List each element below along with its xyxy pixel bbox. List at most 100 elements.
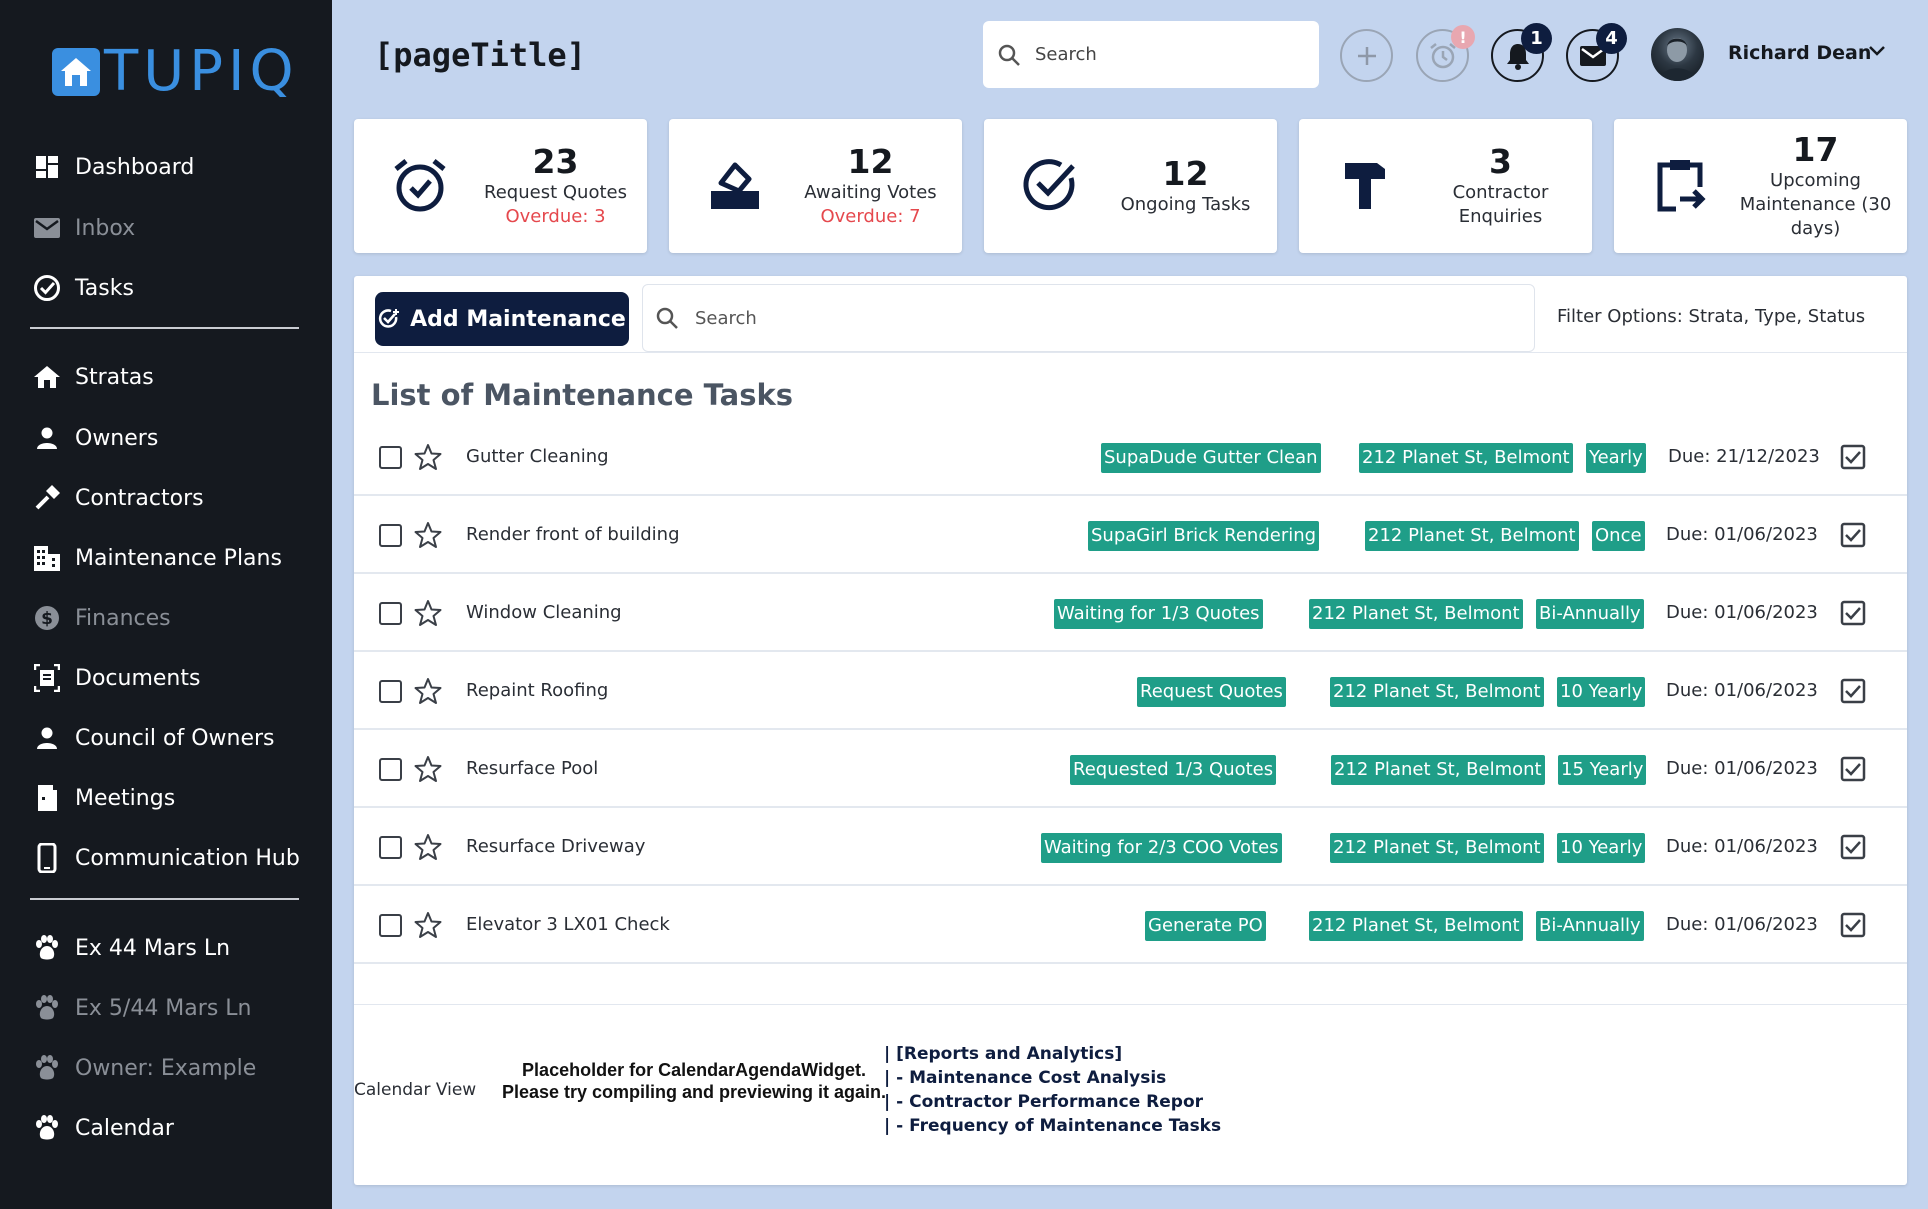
- header-search-input[interactable]: [1035, 44, 1295, 65]
- task-row[interactable]: Resurface Driveway Waiting for 2/3 COO V…: [354, 809, 1907, 886]
- stat-card-upcoming-maintenance[interactable]: 17 Upcoming Maintenance (30 days): [1614, 119, 1907, 253]
- star-icon[interactable]: [414, 833, 442, 861]
- frequency-tag[interactable]: Yearly: [1586, 443, 1646, 473]
- row-checkbox[interactable]: [379, 680, 402, 703]
- star-icon[interactable]: [414, 677, 442, 705]
- star-icon[interactable]: [414, 443, 442, 471]
- stat-card-awaiting-votes[interactable]: 12 Awaiting Votes Overdue: 7: [669, 119, 962, 253]
- sidebar-item-ex-5-44-mars-ln[interactable]: Ex 5/44 Mars Ln: [32, 988, 251, 1028]
- sidebar-item-calendar[interactable]: Calendar: [32, 1108, 174, 1148]
- report-link[interactable]: | - Frequency of Maintenance Tasks: [884, 1114, 1221, 1138]
- task-row[interactable]: Gutter Cleaning SupaDude Gutter Clean 21…: [354, 419, 1907, 496]
- stat-card-contractor-enquiries[interactable]: 3 Contractor Enquiries: [1299, 119, 1592, 253]
- due-date: Due: 01/06/2023: [1666, 758, 1818, 779]
- report-link[interactable]: | - Contractor Performance Repor: [884, 1090, 1221, 1114]
- list-search-input[interactable]: [695, 307, 1495, 329]
- address-tag[interactable]: 212 Planet St, Belmont: [1331, 755, 1545, 785]
- address-tag[interactable]: 212 Planet St, Belmont: [1330, 677, 1544, 707]
- row-checkbox[interactable]: [379, 602, 402, 625]
- sidebar-item-tasks[interactable]: Tasks: [32, 268, 134, 308]
- due-date: Due: 01/06/2023: [1666, 680, 1818, 701]
- row-checkbox[interactable]: [379, 446, 402, 469]
- status-tag[interactable]: Generate PO: [1145, 911, 1266, 941]
- address-tag[interactable]: 212 Planet St, Belmont: [1309, 911, 1523, 941]
- address-tag[interactable]: 212 Planet St, Belmont: [1309, 599, 1523, 629]
- filter-options[interactable]: Filter Options: Strata, Type, Status: [1557, 306, 1865, 327]
- task-name: Render front of building: [466, 524, 680, 545]
- row-checkbox[interactable]: [379, 758, 402, 781]
- star-icon[interactable]: [414, 599, 442, 627]
- list-search[interactable]: [642, 284, 1535, 352]
- sidebar-item-label: Communication Hub: [75, 845, 300, 871]
- sidebar-item-ex-44-mars-ln[interactable]: Ex 44 Mars Ln: [32, 928, 230, 968]
- reports-list: | [Reports and Analytics] | - Maintenanc…: [884, 1042, 1221, 1138]
- star-icon[interactable]: [414, 911, 442, 939]
- user-name[interactable]: Richard Dean: [1728, 42, 1871, 64]
- status-tag[interactable]: Waiting for 1/3 Quotes: [1054, 599, 1263, 629]
- stat-number: 23: [532, 142, 579, 181]
- star-icon[interactable]: [414, 521, 442, 549]
- add-button[interactable]: [1340, 29, 1393, 82]
- status-tag[interactable]: SupaDude Gutter Clean: [1101, 443, 1321, 473]
- star-icon[interactable]: [414, 755, 442, 783]
- avatar[interactable]: [1651, 28, 1704, 81]
- messages-button[interactable]: 4: [1566, 23, 1627, 82]
- complete-checkbox-icon[interactable]: [1840, 834, 1866, 860]
- frequency-tag[interactable]: Once: [1592, 521, 1645, 551]
- frequency-tag[interactable]: Bi-Annually: [1536, 599, 1644, 629]
- sidebar-item-council-of-owners[interactable]: Council of Owners: [32, 718, 275, 758]
- address-tag[interactable]: 212 Planet St, Belmont: [1330, 833, 1544, 863]
- stat-card-request-quotes[interactable]: 23 Request Quotes Overdue: 3: [354, 119, 647, 253]
- toolbar-divider: [354, 352, 1907, 353]
- address-tag[interactable]: 212 Planet St, Belmont: [1359, 443, 1573, 473]
- report-link[interactable]: | - Maintenance Cost Analysis: [884, 1066, 1221, 1090]
- task-row[interactable]: Elevator 3 LX01 Check Generate PO 212 Pl…: [354, 887, 1907, 964]
- reports-heading[interactable]: | [Reports and Analytics]: [884, 1042, 1221, 1066]
- sidebar-item-inbox[interactable]: Inbox: [32, 208, 135, 248]
- task-row[interactable]: Window Cleaning Waiting for 1/3 Quotes 2…: [354, 575, 1907, 652]
- task-row[interactable]: Render front of building SupaGirl Brick …: [354, 497, 1907, 574]
- stat-card-ongoing-tasks[interactable]: 12 Ongoing Tasks: [984, 119, 1277, 253]
- complete-checkbox-icon[interactable]: [1840, 444, 1866, 470]
- sidebar-item-communication-hub[interactable]: Communication Hub: [32, 838, 300, 878]
- address-tag[interactable]: 212 Planet St, Belmont: [1365, 521, 1579, 551]
- alarm-button[interactable]: !: [1416, 25, 1475, 82]
- row-checkbox[interactable]: [379, 914, 402, 937]
- frequency-tag[interactable]: 15 Yearly: [1558, 755, 1647, 785]
- frequency-tag[interactable]: 10 Yearly: [1557, 677, 1646, 707]
- sidebar-item-contractors[interactable]: Contractors: [32, 478, 204, 518]
- status-tag[interactable]: SupaGirl Brick Rendering: [1088, 521, 1320, 551]
- sidebar-item-maintenance-plans[interactable]: Maintenance Plans: [32, 538, 282, 578]
- complete-checkbox-icon[interactable]: [1840, 912, 1866, 938]
- notifications-button[interactable]: 1: [1491, 23, 1552, 82]
- status-tag[interactable]: Requested 1/3 Quotes: [1070, 755, 1277, 785]
- sidebar-item-finances[interactable]: $ Finances: [32, 598, 171, 638]
- sidebar-item-dashboard[interactable]: Dashboard: [32, 147, 194, 187]
- add-maintenance-button[interactable]: Add Maintenance: [375, 292, 629, 346]
- complete-checkbox-icon[interactable]: [1840, 522, 1866, 548]
- complete-checkbox-icon[interactable]: [1840, 678, 1866, 704]
- sidebar-item-meetings[interactable]: Meetings: [32, 778, 175, 818]
- status-tag[interactable]: Waiting for 2/3 COO Votes: [1041, 833, 1282, 863]
- task-row[interactable]: Resurface Pool Requested 1/3 Quotes 212 …: [354, 731, 1907, 808]
- building-icon: [32, 543, 62, 573]
- check-circle-icon: [32, 273, 62, 303]
- sidebar-item-owner-example[interactable]: Owner: Example: [32, 1048, 256, 1088]
- complete-checkbox-icon[interactable]: [1840, 756, 1866, 782]
- frequency-tag[interactable]: Bi-Annually: [1536, 911, 1644, 941]
- row-checkbox[interactable]: [379, 836, 402, 859]
- sidebar-item-documents[interactable]: Documents: [32, 658, 200, 698]
- header-search[interactable]: [983, 21, 1319, 88]
- stat-label: Request Quotes: [484, 182, 627, 203]
- frequency-tag[interactable]: 10 Yearly: [1557, 833, 1646, 863]
- sidebar-item-stratas[interactable]: Stratas: [32, 357, 154, 397]
- status-tag[interactable]: Request Quotes: [1137, 677, 1286, 707]
- sidebar-item-owners[interactable]: Owners: [32, 418, 158, 458]
- stat-label: Upcoming Maintenance (30 days): [1739, 170, 1892, 239]
- paw-icon: [32, 933, 62, 963]
- complete-checkbox-icon[interactable]: [1840, 600, 1866, 626]
- row-checkbox[interactable]: [379, 524, 402, 547]
- chevron-down-icon[interactable]: [1868, 44, 1886, 58]
- logo[interactable]: TUPIQ: [52, 42, 299, 102]
- task-row[interactable]: Repaint Roofing Request Quotes 212 Plane…: [354, 653, 1907, 730]
